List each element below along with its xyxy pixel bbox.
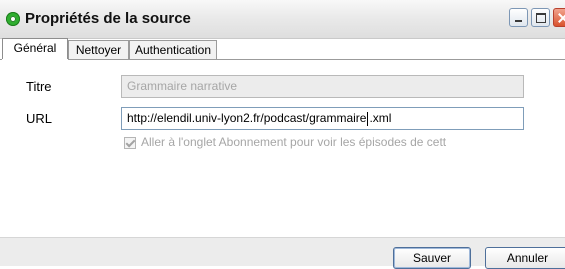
url-field[interactable]: http://elendil.univ-lyon2.fr/podcast/gra… xyxy=(121,107,524,130)
tab-strip: Nettoyer Authentication Général xyxy=(0,38,565,59)
tab-nettoyer[interactable]: Nettoyer xyxy=(68,40,129,59)
go-to-episodes-checkbox[interactable] xyxy=(124,137,136,149)
url-field-value: http://elendil.univ-lyon2.fr/podcast/gra… xyxy=(127,111,367,125)
save-button[interactable]: Sauver xyxy=(393,247,471,269)
button-bar xyxy=(0,237,565,266)
maximize-button[interactable] xyxy=(531,8,550,27)
title-label: Titre xyxy=(26,79,52,94)
go-to-episodes-label: Aller à l'onglet Abonnement pour voir le… xyxy=(141,135,447,149)
url-label: URL xyxy=(26,111,53,126)
app-icon xyxy=(6,12,20,26)
cancel-button[interactable]: Annuler xyxy=(485,247,565,269)
tab-authentication[interactable]: Authentication xyxy=(129,40,217,59)
close-button[interactable] xyxy=(553,8,565,27)
title-field: Grammaire narrative xyxy=(121,75,524,98)
title-field-value: Grammaire narrative xyxy=(127,79,238,93)
tab-divider xyxy=(0,59,565,60)
minimize-button[interactable] xyxy=(509,8,528,27)
title-bar: Propriétés de la source xyxy=(0,0,565,39)
window-title: Propriétés de la source xyxy=(25,10,191,27)
url-field-value-end: .xml xyxy=(369,111,392,125)
tab-general[interactable]: Général xyxy=(2,38,68,59)
